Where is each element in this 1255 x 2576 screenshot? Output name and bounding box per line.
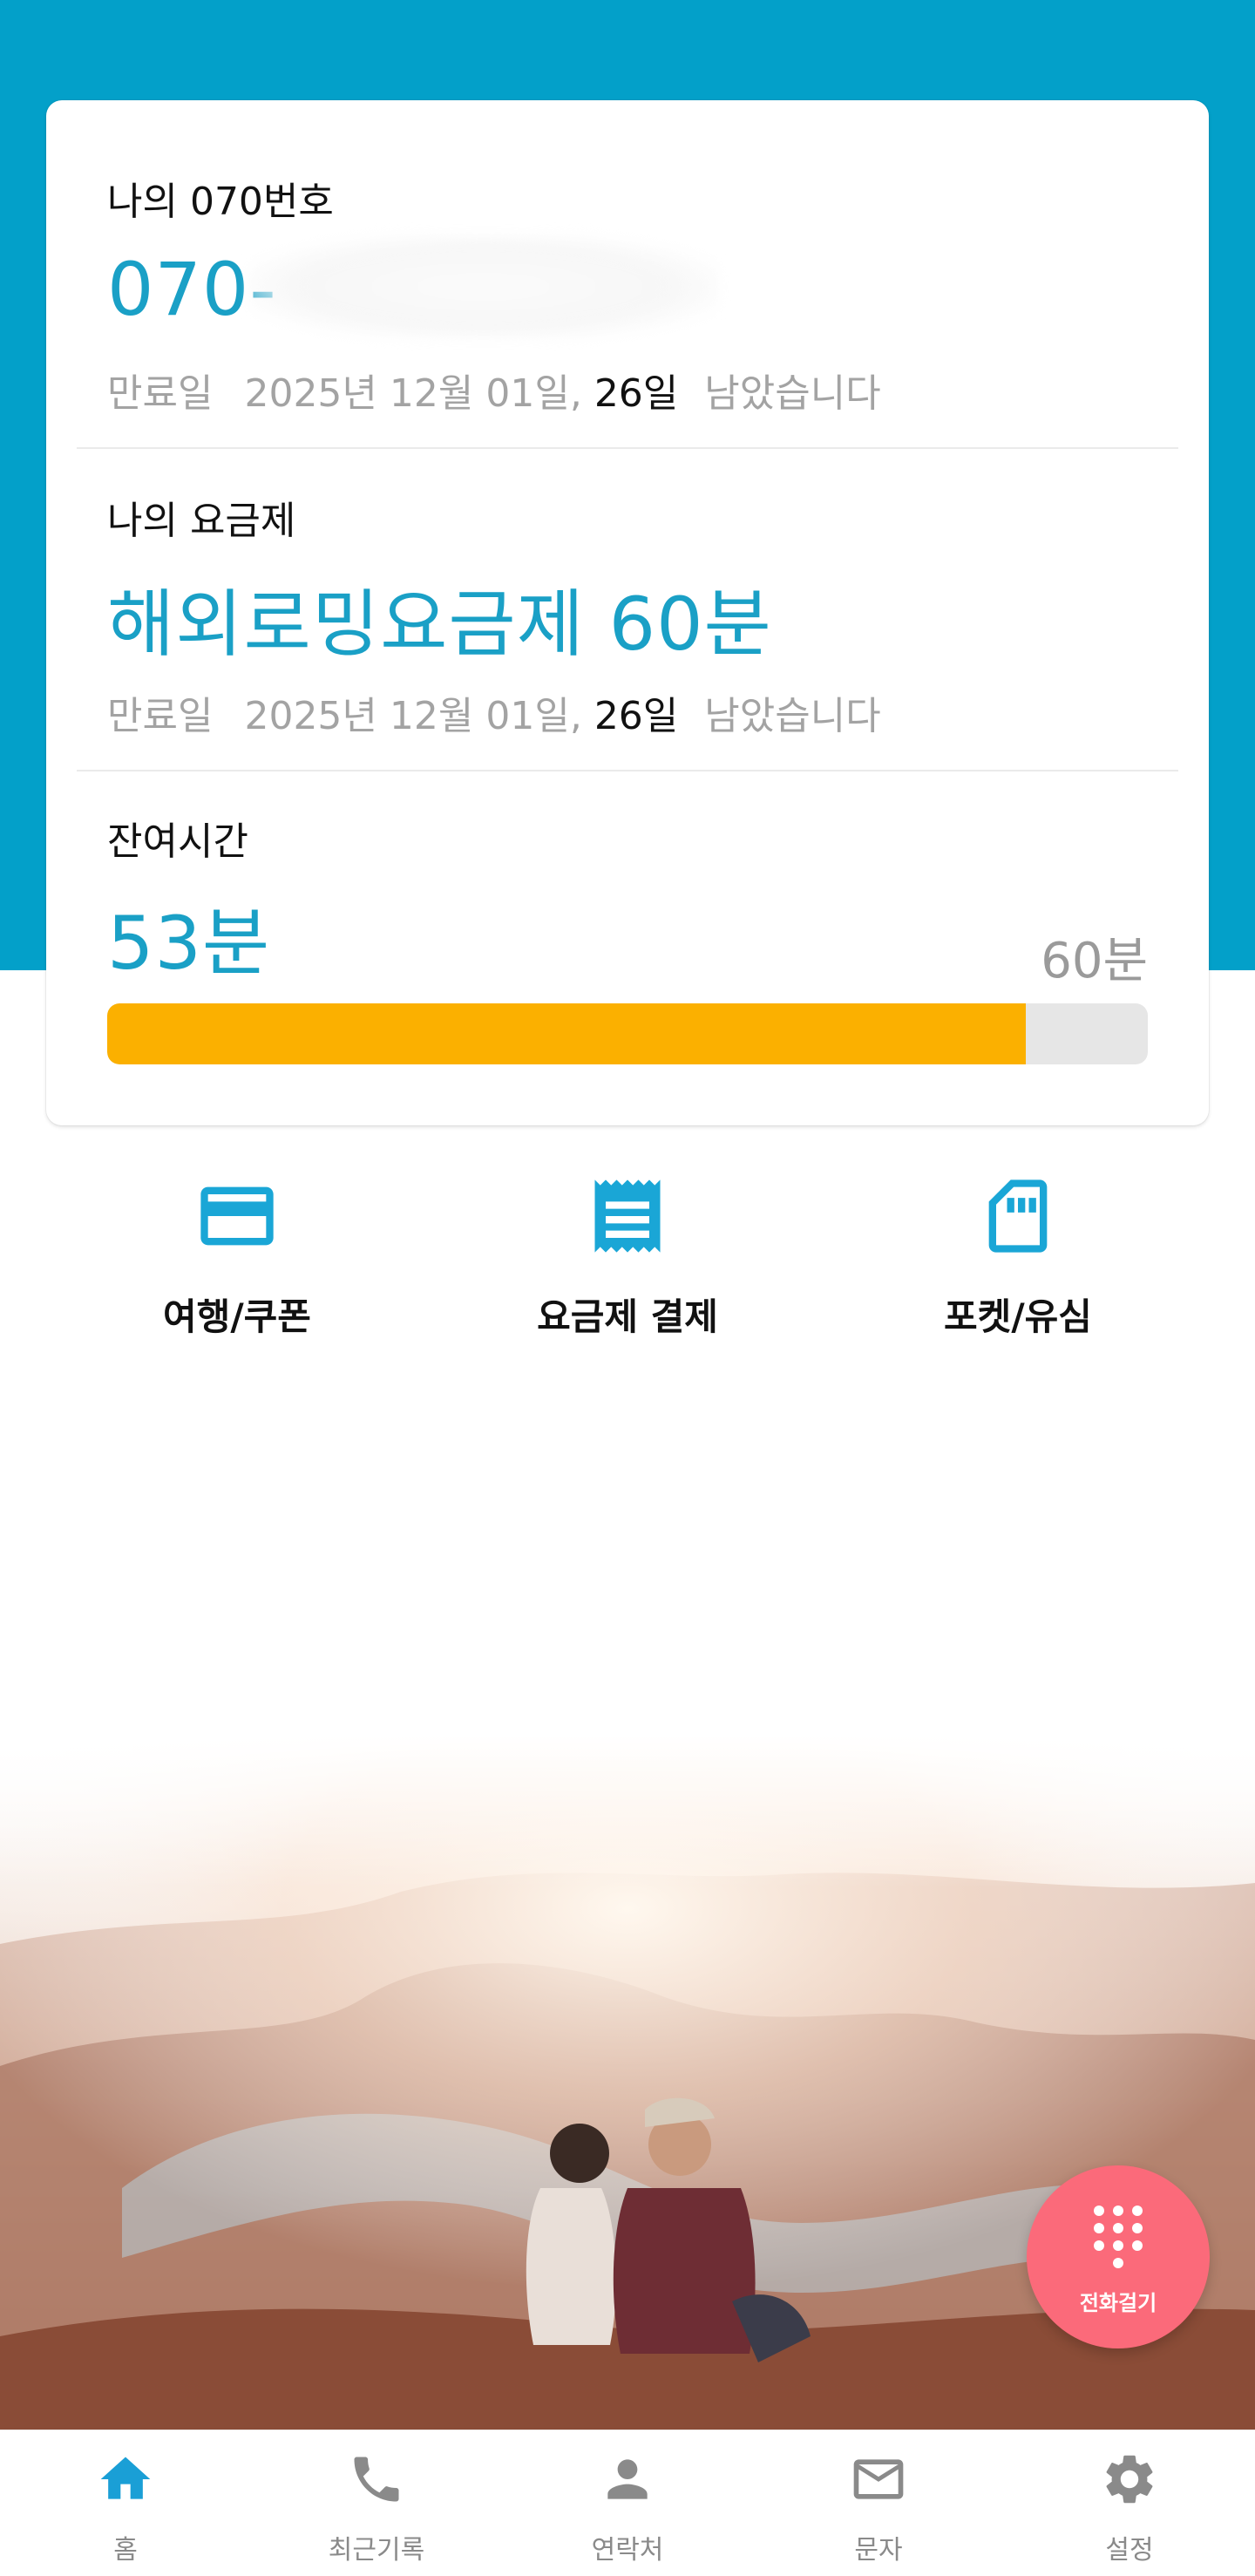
nav-label: 문자	[854, 2535, 903, 2566]
days-suffix: 남았습니다	[704, 371, 881, 416]
days-left: 26일	[594, 371, 679, 416]
phone-icon	[354, 2457, 399, 2502]
bottom-navigation: 홈 최근기록 연락처 문자 설정	[0, 2430, 1255, 2576]
quick-menu-label: 요금제 결제	[537, 1295, 718, 1338]
nav-tab-messages[interactable]: 문자	[753, 2430, 1004, 2576]
remaining-time-label: 잔여시간	[107, 819, 248, 864]
expiry-date: 2025년 12월 01일,	[244, 694, 582, 738]
expiry-label: 만료일	[107, 694, 214, 738]
call-fab-button[interactable]: 전화걸기	[1027, 2165, 1210, 2348]
quick-menu-label: 포켓/유심	[944, 1295, 1092, 1338]
account-summary-card: 나의 070번호 070- 만료일 2025년 12월 01일, 26일 남았습니다…	[46, 100, 1209, 1125]
call-fab-label: 전화걸기	[1079, 2291, 1157, 2315]
receipt-icon	[594, 1179, 661, 1253]
days-left: 26일	[594, 694, 679, 738]
quick-menu-label: 여행/쿠폰	[163, 1295, 311, 1338]
phone-number-expiry: 만료일 2025년 12월 01일, 26일 남았습니다	[107, 362, 881, 418]
expiry-label: 만료일	[107, 371, 214, 416]
dialpad-icon	[1094, 2206, 1143, 2268]
card-icon	[200, 1186, 274, 1246]
nav-tab-recent[interactable]: 최근기록	[251, 2430, 502, 2576]
progress-fill	[107, 1003, 1027, 1064]
total-time-value: 60분	[1041, 933, 1148, 989]
divider	[77, 447, 1178, 449]
nav-tab-home[interactable]: 홈	[0, 2430, 251, 2576]
nav-label: 연락처	[591, 2535, 664, 2566]
sim-card-icon	[988, 1179, 1048, 1253]
quick-menu-plan-payment[interactable]: 요금제 결제	[453, 1172, 802, 1341]
remaining-time-progress	[107, 1003, 1148, 1064]
phone-number-label: 나의 070번호	[107, 180, 334, 224]
mail-icon	[853, 2459, 904, 2499]
plan-name: 해외로밍요금제 60분	[107, 581, 772, 667]
remaining-time-value: 53분	[107, 901, 271, 986]
plan-label: 나의 요금제	[107, 499, 296, 543]
days-suffix: 남았습니다	[704, 694, 881, 738]
nav-tab-contacts[interactable]: 연락처	[502, 2430, 753, 2576]
plan-expiry: 만료일 2025년 12월 01일, 26일 남았습니다	[107, 684, 881, 740]
expiry-date: 2025년 12월 01일,	[244, 371, 582, 416]
nav-label: 설정	[1105, 2535, 1154, 2566]
person-icon	[607, 2459, 648, 2499]
gear-icon	[1106, 2455, 1153, 2504]
quick-menu-travel-coupon[interactable]: 여행/쿠폰	[63, 1172, 411, 1341]
divider	[77, 770, 1178, 771]
quick-menu-pocket-sim[interactable]: 포켓/유심	[844, 1172, 1192, 1341]
nav-label: 최근기록	[328, 2535, 425, 2566]
nav-tab-settings[interactable]: 설정	[1004, 2430, 1255, 2576]
home-icon	[100, 2457, 151, 2499]
nav-label: 홈	[113, 2535, 138, 2566]
phone-number-redaction	[248, 234, 719, 339]
